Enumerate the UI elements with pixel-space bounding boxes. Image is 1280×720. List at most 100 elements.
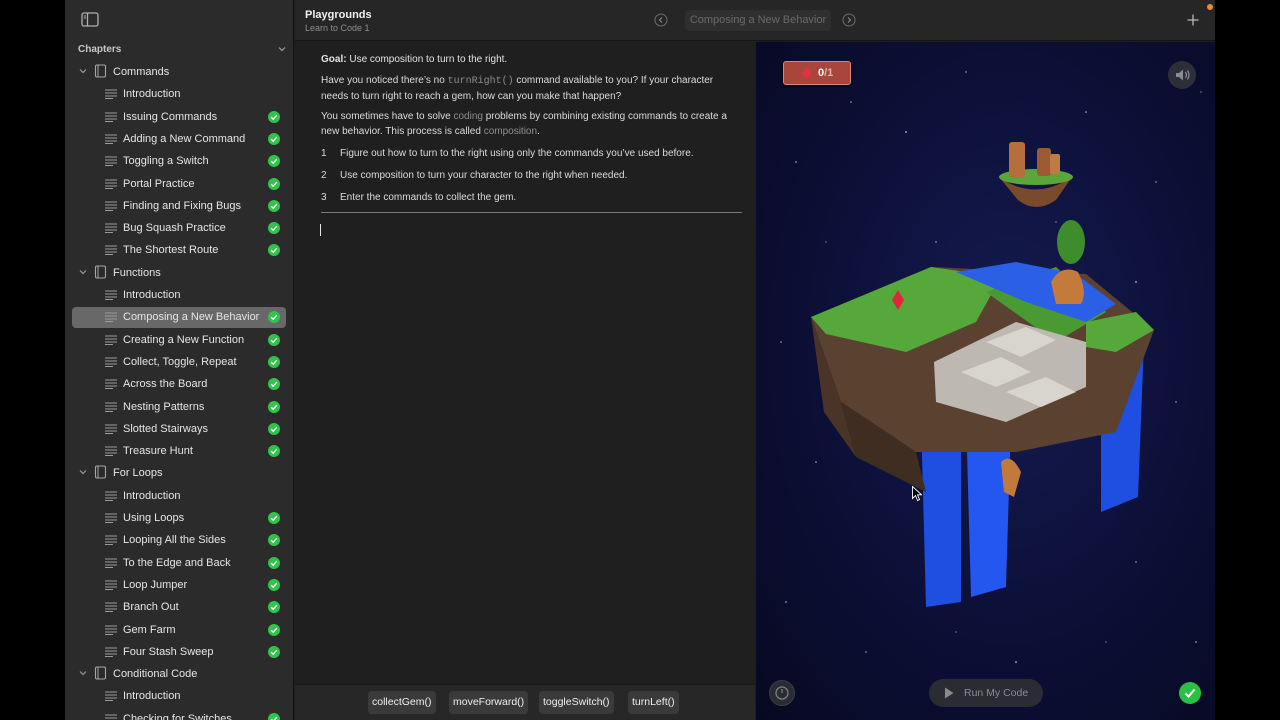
sidebar-item[interactable]: Toggling a Switch [72, 151, 286, 172]
chevron-down-icon[interactable] [276, 43, 288, 55]
sidebar-item[interactable]: The Shortest Route [72, 240, 286, 261]
chapter-label: For Loops [113, 467, 163, 480]
page-lines-icon [105, 491, 117, 501]
puzzle-world [780, 71, 1202, 663]
checkmark-icon [268, 512, 280, 524]
checkmark-icon [268, 132, 280, 145]
sidebar-item-label: Composing a New Behavior [123, 311, 260, 324]
sidebar-item[interactable]: Introduction [72, 84, 286, 105]
page-lines-icon [105, 290, 117, 300]
book-icon [94, 265, 107, 279]
page-lines-icon [105, 647, 117, 657]
sidebar: Chapters Commands Introduction Issuing Com… [65, 0, 294, 720]
sidebar-item[interactable]: Nesting Patterns [72, 397, 286, 418]
checkmark-icon [268, 199, 280, 212]
sidebar-item[interactable]: Slotted Stairways [72, 419, 286, 440]
step-text: Enter the commands to collect the gem. [340, 192, 517, 203]
chevron-left-icon[interactable] [654, 13, 668, 27]
sidebar-item[interactable]: Adding a New Command [72, 129, 286, 150]
sidebar-item-label: The Shortest Route [123, 244, 219, 257]
sidebar-item[interactable]: Introduction [72, 285, 286, 306]
app-subtitle: Learn to Code 1 [305, 23, 370, 33]
disclosure-icon[interactable] [78, 267, 88, 277]
speaker-icon [1176, 69, 1190, 81]
sidebar-item-label: Across the Board [123, 378, 208, 391]
chapter-row[interactable]: Commands [65, 61, 293, 83]
p2-part-a: You sometimes have to solve [321, 111, 454, 122]
goal-label: Goal: [321, 54, 347, 65]
sidebar-item-label: Introduction [123, 489, 181, 502]
page-lines-icon [105, 402, 117, 412]
book-icon [94, 64, 107, 78]
sidebar-item[interactable]: Across the Board [72, 374, 286, 395]
page-lines-icon [105, 312, 117, 323]
page-lines-icon [105, 179, 117, 189]
live-view[interactable]: 0/1 Run My Code [756, 42, 1215, 720]
checkmark-icon [268, 355, 280, 368]
sidebar-item-label: Finding and Fixing Bugs [123, 199, 242, 212]
checkmark-icon [268, 712, 280, 720]
page-lines-icon [105, 156, 117, 167]
chapter-row[interactable]: For Loops [65, 462, 293, 484]
sidebar-toggle-icon[interactable] [81, 12, 99, 27]
sidebar-item[interactable]: Branch Out [72, 597, 286, 618]
sidebar-item-selected[interactable]: Composing a New Behavior [72, 307, 286, 329]
composition-glossary-link[interactable]: composition [484, 126, 537, 137]
page-lines-icon [105, 535, 117, 546]
speed-button[interactable] [769, 680, 795, 706]
sidebar-item[interactable]: Issuing Commands [72, 107, 286, 128]
sidebar-item[interactable]: Finding and Fixing Bugs [72, 196, 286, 217]
toggle-switch-shortcut[interactable]: toggleSwitch() [539, 691, 614, 714]
disclosure-icon[interactable] [78, 66, 88, 76]
page-lines-icon [105, 580, 117, 590]
page-lines-icon [105, 379, 117, 390]
sidebar-item-label: Creating a New Function [123, 333, 245, 346]
chapters-header[interactable]: Chapters [78, 44, 288, 58]
instructions-pane: Goal: Use composition to turn to the rig… [295, 42, 755, 684]
sidebar-item[interactable]: Creating a New Function [72, 330, 286, 351]
coding-glossary-link[interactable]: coding [453, 111, 482, 122]
chapter-label: Functions [113, 266, 161, 279]
chapter-row[interactable]: Functions [65, 262, 293, 284]
turn-left-shortcut[interactable]: turnLeft() [628, 691, 679, 714]
sidebar-item[interactable]: Collect, Toggle, Repeat [72, 352, 286, 373]
checkmark-icon [268, 400, 280, 413]
gem-count: 0/1 [818, 67, 833, 79]
sidebar-item[interactable]: Introduction [72, 686, 286, 707]
p1-part-a: Have you noticed there’s no [321, 75, 448, 86]
chapter-label: Conditional Code [113, 668, 198, 681]
sidebar-item[interactable]: Treasure Hunt [72, 441, 286, 462]
playgrounds-window: Chapters Commands Introduction Issuing Com… [65, 0, 1215, 720]
plus-icon[interactable] [1186, 13, 1200, 27]
sidebar-item[interactable]: Four Stash Sweep [72, 642, 286, 663]
sound-button[interactable] [1168, 61, 1196, 89]
page-lines-icon [105, 602, 117, 613]
sidebar-item[interactable]: Bug Squash Practice [72, 218, 286, 239]
sidebar-item[interactable]: Using Loops [72, 508, 286, 529]
completion-check-button[interactable] [1179, 682, 1201, 704]
gem-counter: 0/1 [783, 61, 851, 85]
divider [321, 212, 742, 213]
collect-gem-shortcut[interactable]: collectGem() [368, 691, 436, 714]
chevron-right-icon[interactable] [842, 13, 856, 27]
sidebar-item[interactable]: Introduction [72, 486, 286, 507]
chapter-row[interactable]: Conditional Code [65, 663, 293, 685]
turn-right-code: turnRight() [447, 76, 514, 87]
sidebar-item[interactable]: Gem Farm [72, 620, 286, 641]
move-forward-shortcut[interactable]: moveForward() [449, 691, 529, 714]
step-text: Use composition to turn your character t… [340, 170, 628, 181]
sidebar-item[interactable]: Checking for Switches [72, 709, 286, 720]
checkmark-icon [268, 534, 280, 547]
disclosure-icon[interactable] [78, 668, 88, 678]
run-my-code-button[interactable]: Run My Code [929, 679, 1043, 707]
step-number: 3 [321, 192, 327, 203]
disclosure-icon[interactable] [78, 467, 88, 477]
sidebar-item[interactable]: Looping All the Sides [72, 530, 286, 551]
goal-text: Goal: Use composition to turn to the rig… [321, 54, 741, 65]
sidebar-item[interactable]: Portal Practice [72, 174, 286, 195]
code-editor-cursor[interactable] [320, 224, 321, 236]
sidebar-item[interactable]: Loop Jumper [72, 575, 286, 596]
sidebar-item[interactable]: To the Edge and Back [72, 553, 286, 574]
checkmark-icon [268, 222, 280, 235]
page-lines-icon [105, 245, 117, 256]
